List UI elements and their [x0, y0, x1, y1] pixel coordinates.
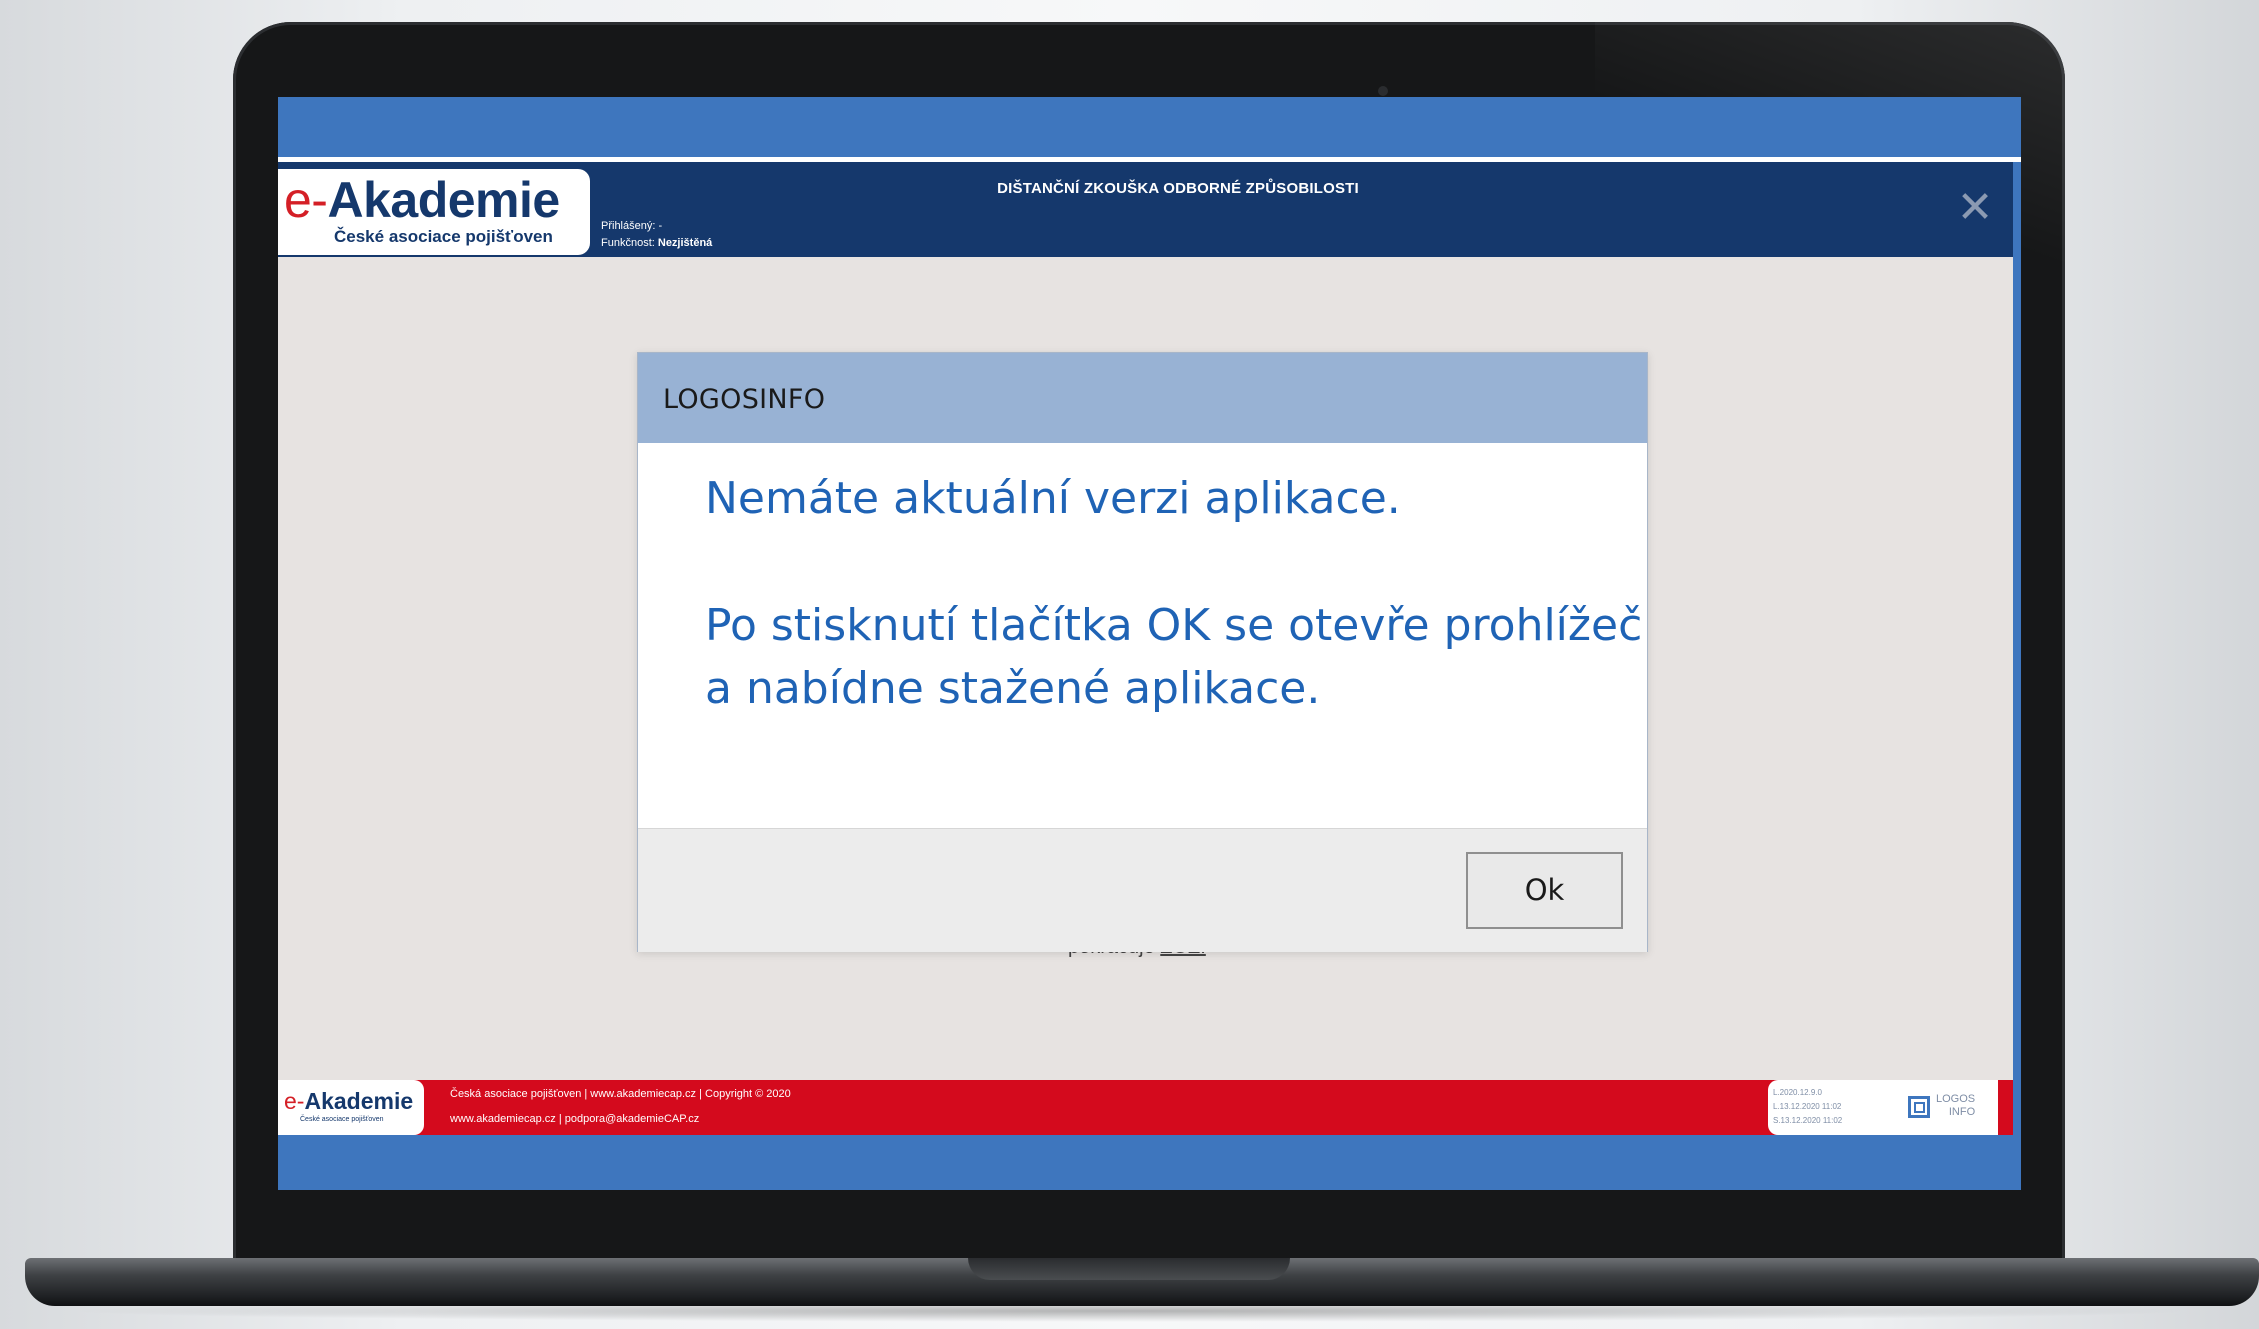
footer-contact: www.akademiecap.cz | podpora@akademieCAP… — [450, 1113, 700, 1125]
logos-info-icon — [1908, 1096, 1930, 1118]
version-info: L.2020.12.9.0 L.13.12.2020 11:02 S.13.12… — [1773, 1088, 1843, 1125]
footer-logo-wordmark: e-Akademie — [284, 1088, 414, 1114]
login-info: Přihlášený: - Funkčnost: Nezjištěná — [601, 220, 713, 249]
page-title: DIŠTANČNÍ ZKOUŠKA ODBORNÉ ZPŮSOBILOSTI — [997, 180, 1359, 197]
footer-logo: e-Akademie České asociace pojišťoven — [278, 1080, 424, 1135]
footer-copyright: Česká asociace pojišťoven | www.akademie… — [450, 1088, 791, 1100]
footer-version-panel: L.2020.12.9.0 L.13.12.2020 11:02 S.13.12… — [1768, 1080, 1998, 1135]
window-bottom-band — [278, 1135, 2021, 1190]
window-right-edge — [2013, 162, 2021, 1190]
app-header: e-Akademie České asociace pojišťoven Při… — [278, 162, 2013, 257]
window-top-band — [278, 97, 2021, 157]
dialog-button-bar: Ok — [638, 828, 1647, 952]
dialog-message-line3: a nabídne stažené aplikace. — [705, 663, 1321, 714]
footer-logo-subtitle: České asociace pojišťoven — [300, 1116, 384, 1123]
e-akademie-logo: e-Akademie České asociace pojišťoven — [278, 169, 590, 255]
ok-button[interactable]: Ok — [1466, 852, 1623, 929]
logo-subtitle: České asociace pojišťoven — [334, 227, 553, 246]
laptop-screen: e-Akademie České asociace pojišťoven Při… — [278, 97, 2021, 1190]
laptop-notch — [968, 1258, 1290, 1280]
close-icon[interactable]: ✕ — [1956, 186, 1994, 230]
dialog-title: LOGOSINFO — [663, 384, 826, 415]
camera-dot — [1378, 86, 1388, 96]
app-footer: e-Akademie České asociace pojišťoven Čes… — [278, 1080, 2013, 1135]
dialog-message-line2: Po stisknutí tlačítka OK se otevře prohl… — [705, 600, 1643, 651]
update-dialog: LOGOSINFO Nemáte aktuální verzi aplikace… — [637, 352, 1648, 952]
dialog-title-bar: LOGOSINFO — [638, 353, 1647, 443]
dialog-message-line1: Nemáte aktuální verzi aplikace. — [705, 473, 1401, 524]
logos-info-wordmark: LOGOS INFO — [1936, 1093, 1976, 1118]
logo-wordmark: e-Akademie — [284, 172, 560, 228]
